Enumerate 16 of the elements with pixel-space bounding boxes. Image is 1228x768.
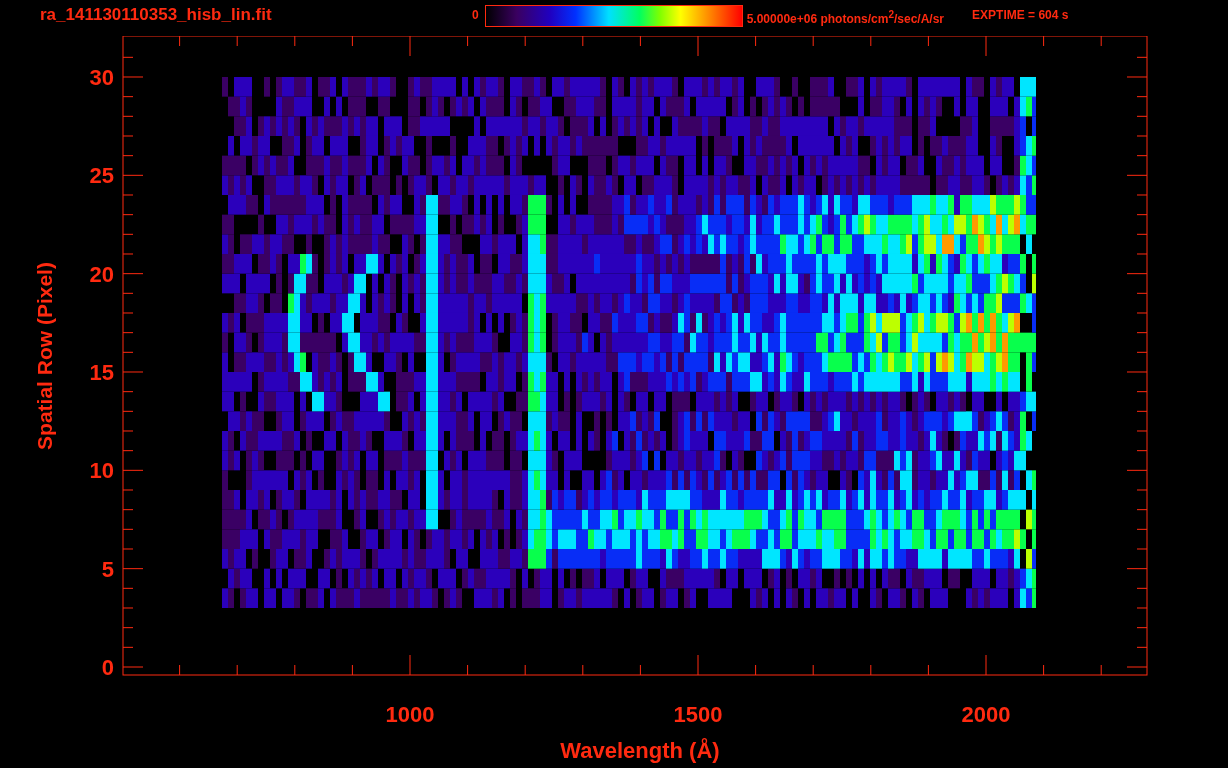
file-title: ra_141130110353_hisb_lin.fit [40,5,273,25]
y-tick-label: 20 [89,261,114,287]
y-axis-title: Spatial Row (Pixel) [33,262,56,450]
y-tick-label: 30 [89,65,114,90]
x-axis-title: Wavelength (Å) [560,738,720,763]
colorbar-max-label: 5.00000e+06 photons/cm$^{2}$/sec/A/sr [746,8,945,28]
y-tick-label: 0 [101,655,114,680]
exposure-time: EXPTIME = 604 s [972,7,1069,24]
x-tick-label: 2000 [961,702,1011,727]
y-tick-label: 15 [89,360,114,385]
y-tick-label: 5 [101,556,114,582]
colorbar-min-label: 0 [472,7,479,24]
x-tick-label: 1000 [385,702,435,727]
x-tick-label: 1500 [673,702,723,727]
y-tick-label: 25 [89,163,114,189]
y-tick-label: 10 [89,458,114,484]
